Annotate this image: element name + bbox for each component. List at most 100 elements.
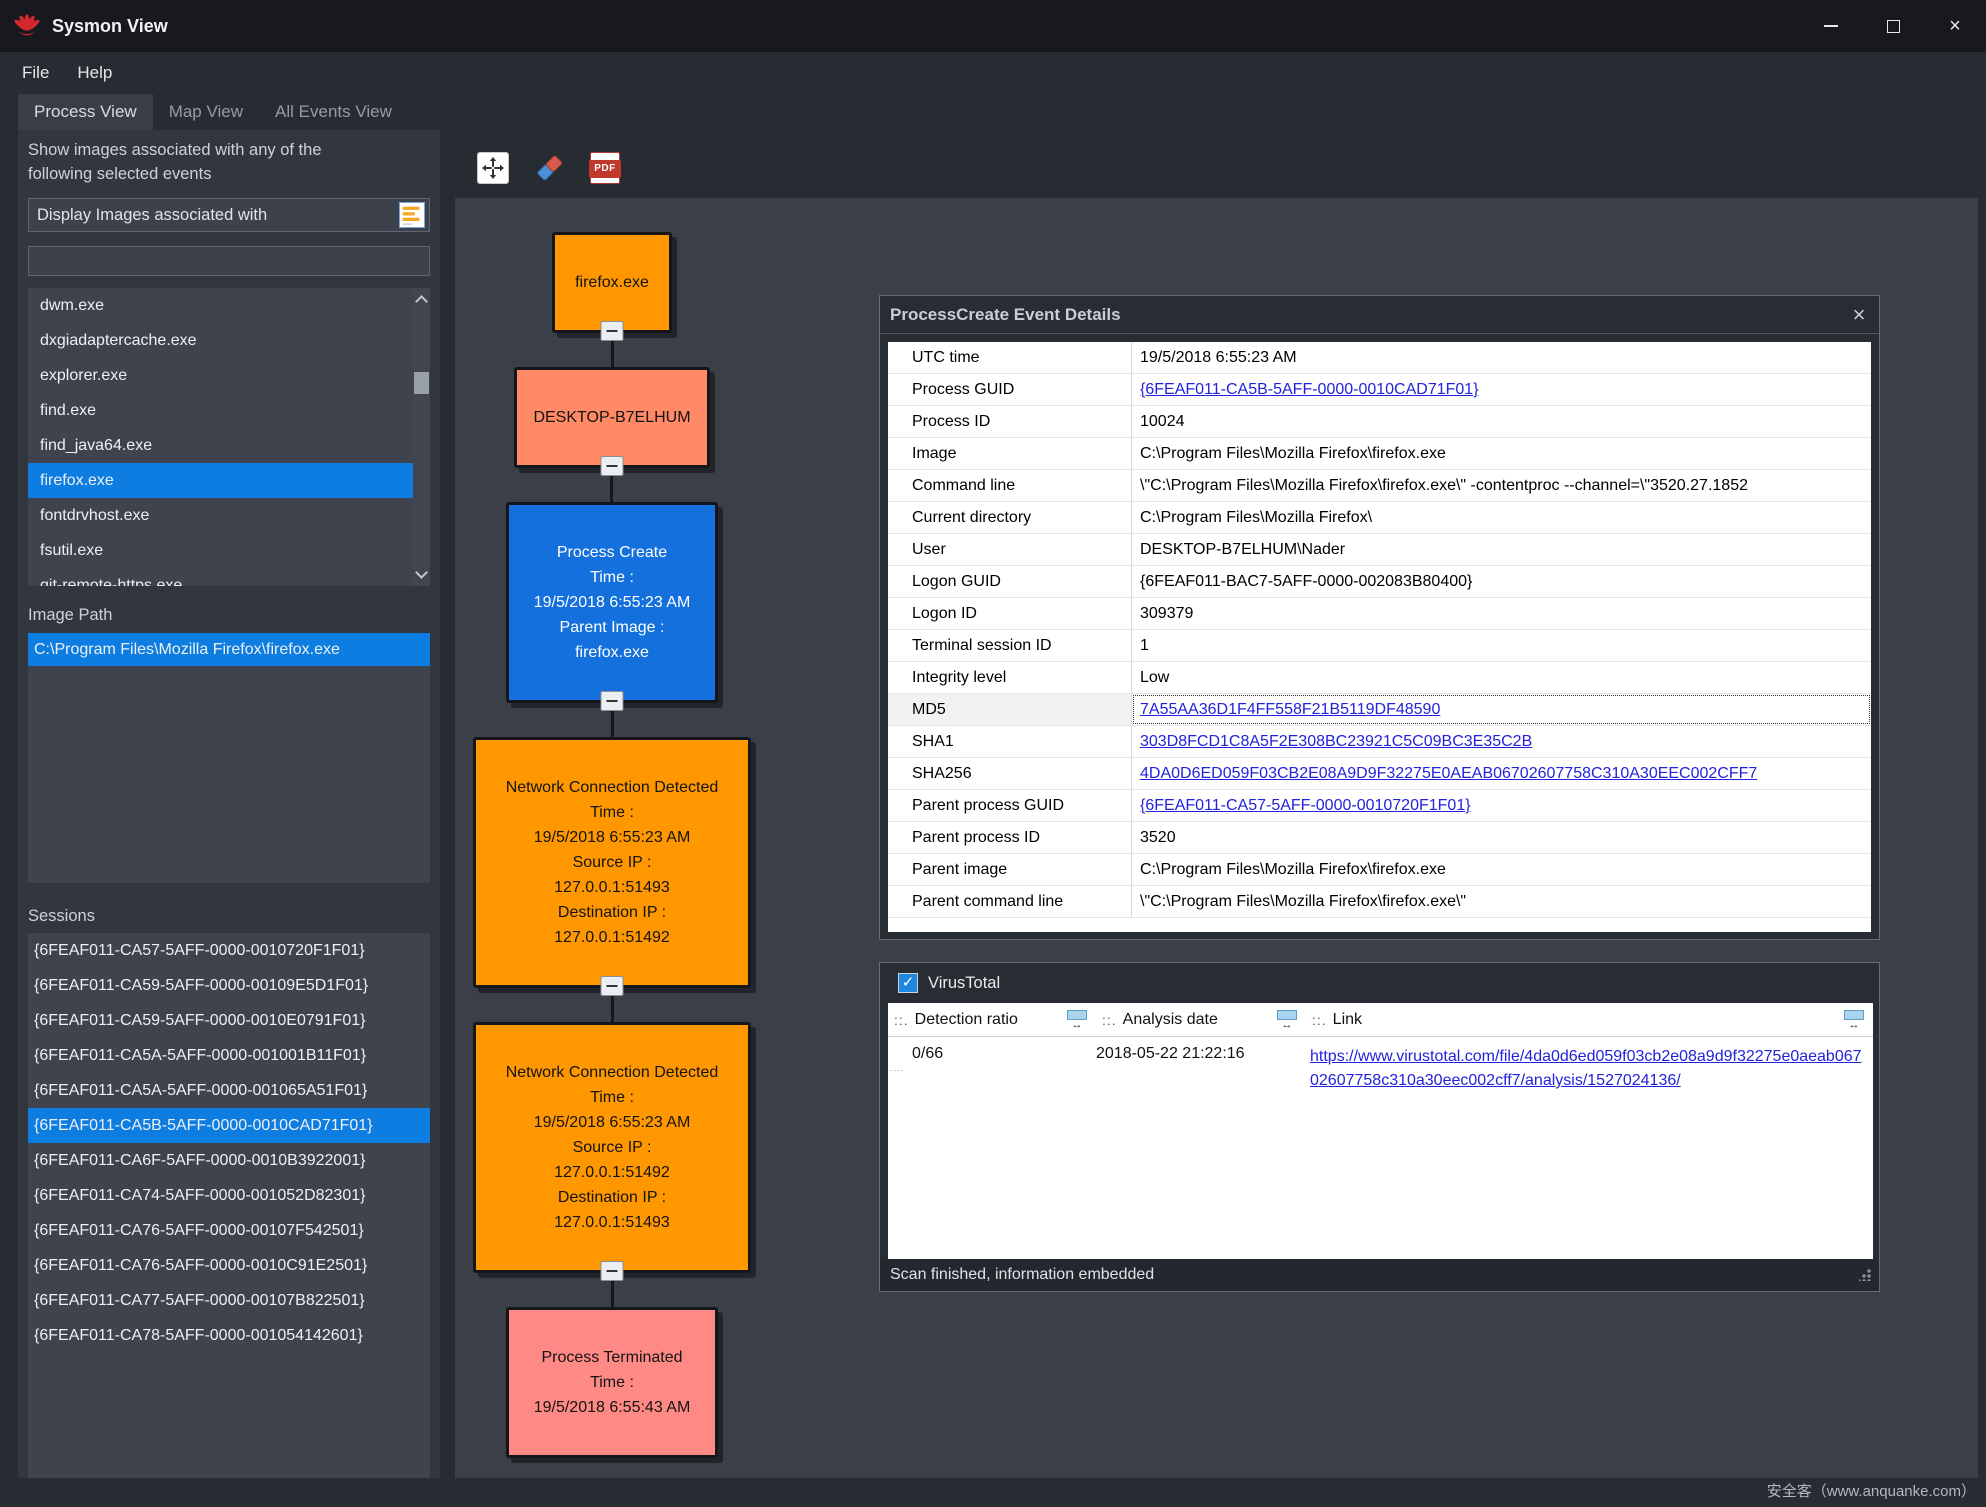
session-item[interactable]: {6FEAF011-CA59-5AFF-0000-00109E5D1F01} [28,968,430,1003]
tree-node-wrap: Process Create Time : 19/5/2018 6:55:23 … [506,502,718,737]
tree-node[interactable]: Network Connection Detected Time : 19/5/… [473,737,751,988]
row-value[interactable]: {6FEAF011-CA5B-5AFF-0000-0010CAD71F01} [1132,374,1871,405]
image-list-item[interactable]: git-remote-https.exe [28,568,430,586]
tree-node-wrap: firefox.exe [552,232,672,367]
virustotal-link[interactable]: https://www.virustotal.com/file/4da0d6ed… [1306,1037,1866,1093]
graph-canvas[interactable]: firefox.exe DESKTOP-B7ELHUM Proces [455,198,1978,1478]
row-value[interactable]: {6FEAF011-CA57-5AFF-0000-0010720F1F01} [1132,790,1871,821]
tree-node[interactable]: DESKTOP-B7ELHUM [514,367,709,468]
session-item[interactable]: {6FEAF011-CA5A-5AFF-0000-001001B11F01} [28,1038,430,1073]
session-item[interactable]: {6FEAF011-CA57-5AFF-0000-0010720F1F01} [28,933,430,968]
virustotal-result-row: 0/66 .... 2018-05-22 21:22:16 https://ww… [888,1037,1873,1093]
row-value[interactable]: 303D8FCD1C8A5F2E308BC23921C5C09BC3E35C2B [1132,726,1871,757]
collapse-expander[interactable] [601,976,624,996]
row-label: Logon ID [888,598,1132,629]
tree-node-label: Process Create Time : 19/5/2018 6:55:23 … [534,544,691,661]
scroll-down-icon[interactable] [415,566,428,579]
col-link[interactable]: ::. Link ↔ [1306,1003,1873,1036]
row-value[interactable]: Low [1132,662,1871,693]
session-item[interactable]: {6FEAF011-CA59-5AFF-0000-0010E0791F01} [28,1003,430,1038]
column-resize-icon[interactable]: ↔ [1841,1010,1867,1030]
collapse-expander[interactable] [601,321,624,341]
image-filter-input[interactable] [28,246,430,276]
row-value[interactable]: C:\Program Files\Mozilla Firefox\firefox… [1132,854,1871,885]
session-item[interactable]: {6FEAF011-CA5B-5AFF-0000-0010CAD71F01} [28,1108,430,1143]
row-label: Parent command line [888,886,1132,917]
row-value[interactable]: 19/5/2018 6:55:23 AM [1132,342,1871,373]
graph-toolbar: PDF [475,150,623,186]
row-label: Logon GUID [888,566,1132,597]
row-value[interactable]: 1 [1132,630,1871,661]
row-label: User [888,534,1132,565]
session-item[interactable]: {6FEAF011-CA74-5AFF-0000-001052D82301} [28,1178,430,1213]
row-value[interactable]: 3520 [1132,822,1871,853]
menu-help[interactable]: Help [63,52,126,94]
display-images-dropdown[interactable]: Display Images associated with [28,198,430,232]
row-value[interactable]: DESKTOP-B7ELHUM\Nader [1132,534,1871,565]
tab[interactable]: All Events View [259,94,408,130]
scroll-thumb[interactable] [414,372,429,394]
app-window: Sysmon View × File Help Process View Map… [0,0,1986,1507]
resize-grip-icon[interactable] [1859,1269,1871,1281]
tree-node-label: Process Terminated Time : 19/5/2018 6:55… [534,1349,691,1416]
tree-node[interactable]: Process Create Time : 19/5/2018 6:55:23 … [506,502,718,703]
row-label: Parent process GUID [888,790,1132,821]
details-close-icon[interactable]: × [1839,297,1879,333]
collapse-expander[interactable] [601,691,624,711]
tab[interactable]: Process View [18,94,153,130]
col-analysis-date[interactable]: ::. Analysis date ↔ [1096,1003,1306,1036]
row-value[interactable]: 7A55AA36D1F4FF558F21B5119DF48590 [1132,694,1871,725]
tree-node[interactable]: Network Connection Detected Time : 19/5/… [473,1022,751,1273]
image-list-item[interactable]: fontdrvhost.exe [28,498,430,533]
image-list-item[interactable]: dxgiadaptercache.exe [28,323,430,358]
scroll-up-icon[interactable] [415,295,428,308]
row-value[interactable]: C:\Program Files\Mozilla Firefox\ [1132,502,1871,533]
image-list-item[interactable]: dwm.exe [28,288,430,323]
title-bar: Sysmon View × [0,0,1986,52]
row-value[interactable]: 309379 [1132,598,1871,629]
row-label: Terminal session ID [888,630,1132,661]
session-item[interactable]: {6FEAF011-CA76-5AFF-0000-00107F542501} [28,1213,430,1248]
pan-icon [477,152,509,184]
table-row: Logon GUID {6FEAF011-BAC7-5AFF-0000-0020… [888,566,1871,598]
column-resize-icon[interactable]: ↔ [1064,1010,1090,1030]
row-value[interactable]: \"C:\Program Files\Mozilla Firefox\firef… [1132,470,1871,501]
column-resize-icon[interactable]: ↔ [1274,1010,1300,1030]
row-value[interactable]: {6FEAF011-BAC7-5AFF-0000-002083B80400} [1132,566,1871,597]
tree-node[interactable]: firefox.exe [552,232,672,333]
session-item[interactable]: {6FEAF011-CA77-5AFF-0000-00107B822501} [28,1283,430,1318]
menu-file[interactable]: File [8,52,63,94]
row-value[interactable]: C:\Program Files\Mozilla Firefox\firefox… [1132,438,1871,469]
table-row: MD5 7A55AA36D1F4FF558F21B5119DF48590 [888,694,1871,726]
image-list-item[interactable]: fsutil.exe [28,533,430,568]
virustotal-checkbox[interactable]: ✓ [898,973,918,993]
collapse-expander[interactable] [601,1261,624,1281]
row-value[interactable]: 10024 [1132,406,1871,437]
pan-button[interactable] [475,150,511,186]
pdf-export-button[interactable]: PDF [587,150,623,186]
session-item[interactable]: {6FEAF011-CA5A-5AFF-0000-001065A51F01} [28,1073,430,1108]
session-item[interactable]: {6FEAF011-CA78-5AFF-0000-001054142601} [28,1318,430,1353]
table-row: Image C:\Program Files\Mozilla Firefox\f… [888,438,1871,470]
detection-ratio-more: .... [888,1063,1096,1073]
collapse-expander[interactable] [600,456,623,476]
col-detection-ratio[interactable]: ::. Detection ratio ↔ [888,1003,1096,1036]
image-list-item[interactable]: explorer.exe [28,358,430,393]
close-button[interactable]: × [1924,0,1986,52]
row-value[interactable]: 4DA0D6ED059F03CB2E08A9D9F32275E0AEAB0670… [1132,758,1871,789]
maximize-button[interactable] [1862,0,1924,52]
session-item[interactable]: {6FEAF011-CA6F-5AFF-0000-0010B3922001} [28,1143,430,1178]
row-value[interactable]: \"C:\Program Files\Mozilla Firefox\firef… [1132,886,1871,917]
tree-node[interactable]: Process Terminated Time : 19/5/2018 6:55… [506,1307,718,1458]
session-item[interactable]: {6FEAF011-CA76-5AFF-0000-0010C91E2501} [28,1248,430,1283]
tree-node-label: firefox.exe [575,274,649,291]
tab[interactable]: Map View [153,94,259,130]
image-list-item[interactable]: firefox.exe [28,463,430,498]
image-list-item[interactable]: find.exe [28,393,430,428]
image-list-item[interactable]: find_java64.exe [28,428,430,463]
row-label: Process ID [888,406,1132,437]
image-path-item[interactable]: C:\Program Files\Mozilla Firefox\firefox… [28,633,430,666]
minimize-button[interactable] [1800,0,1862,52]
eraser-button[interactable] [531,150,567,186]
image-list-scrollbar[interactable] [413,288,430,586]
